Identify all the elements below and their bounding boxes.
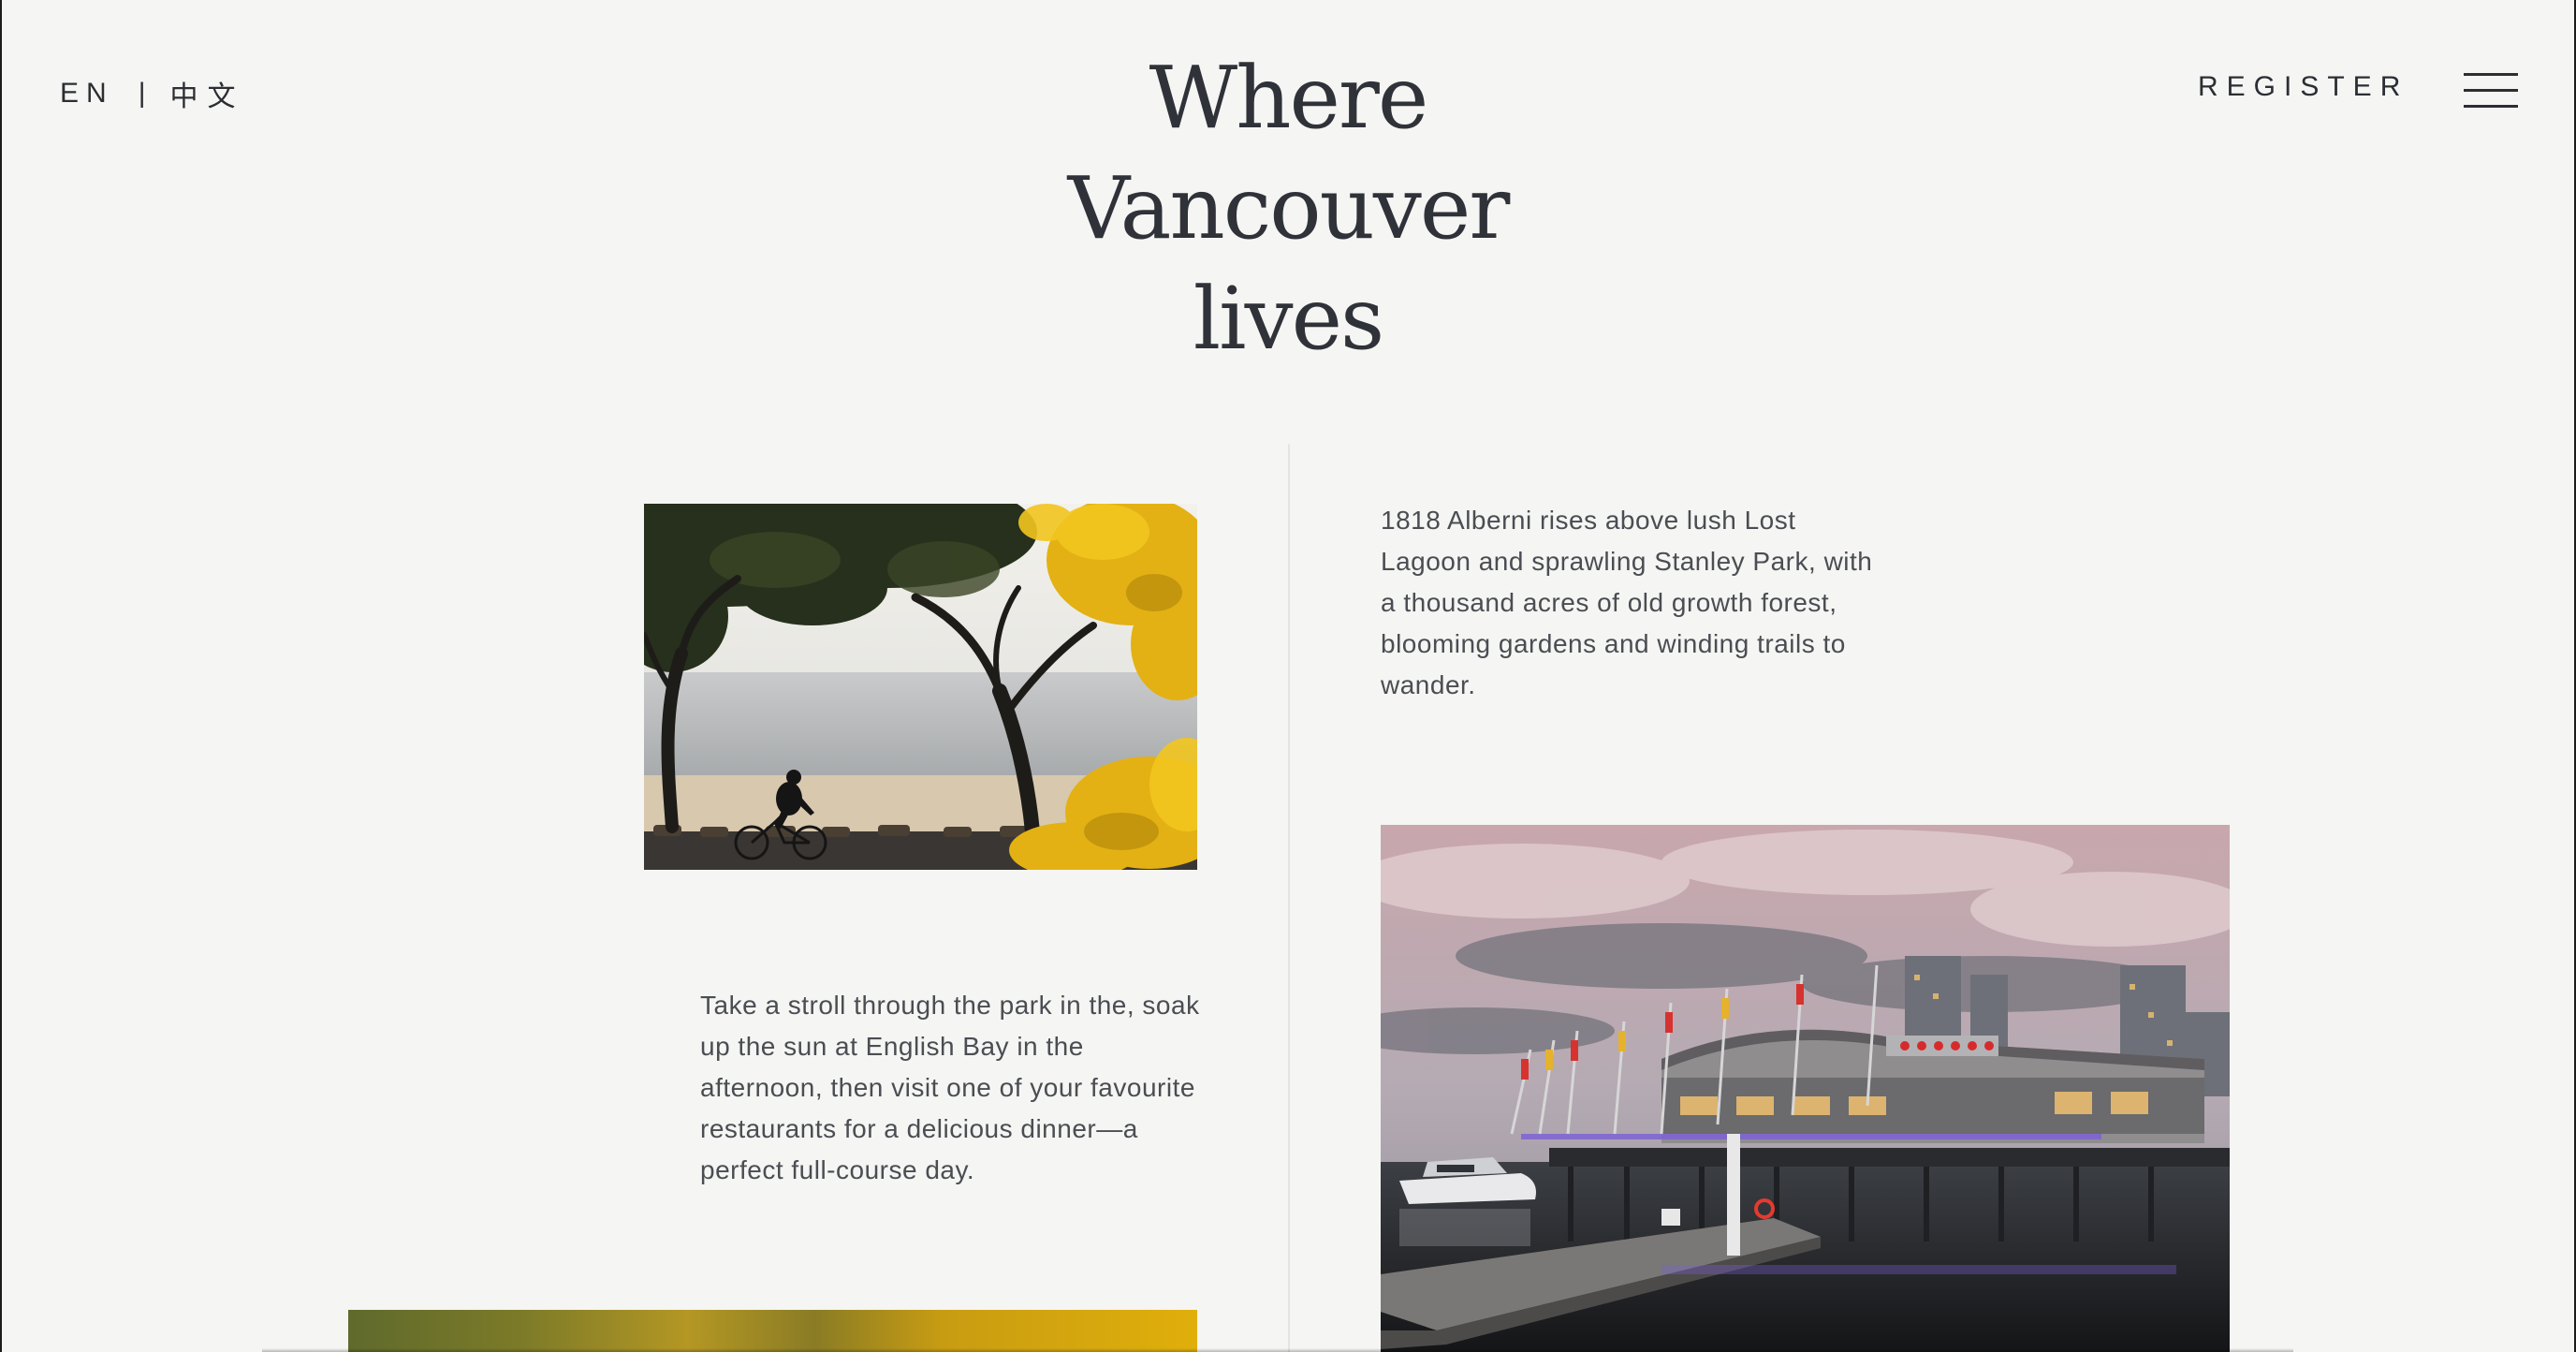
window-frame-left <box>0 0 2 1352</box>
lang-zh-link[interactable]: 中文 <box>169 73 244 114</box>
menu-line <box>2464 89 2518 92</box>
register-link[interactable]: REGISTER <box>2198 71 2408 103</box>
menu-line <box>2464 73 2518 76</box>
intro-paragraph: 1818 Alberni rises above lush Lost Lagoo… <box>1381 506 1873 699</box>
title-line: lives <box>1193 269 1384 369</box>
title-line: Where <box>1149 48 1429 148</box>
harbour-restaurant-photo <box>1381 825 2230 1352</box>
title-line: Vancouver <box>1067 158 1511 258</box>
lang-separator: | <box>138 78 146 109</box>
lang-en-link[interactable]: EN <box>60 78 114 110</box>
bottom-shadow <box>262 1348 2293 1352</box>
hamburger-menu-icon[interactable] <box>2464 73 2518 110</box>
autumn-foliage-photo <box>348 1310 1197 1352</box>
column-divider <box>1288 444 1290 1352</box>
menu-line <box>2464 105 2518 108</box>
language-switcher: EN | 中文 <box>60 73 244 114</box>
day-paragraph: Take a stroll through the park in the, s… <box>700 991 1200 1184</box>
page-title: Where Vancouver lives <box>1007 43 1569 375</box>
cyclist-park-photo <box>644 504 1197 870</box>
